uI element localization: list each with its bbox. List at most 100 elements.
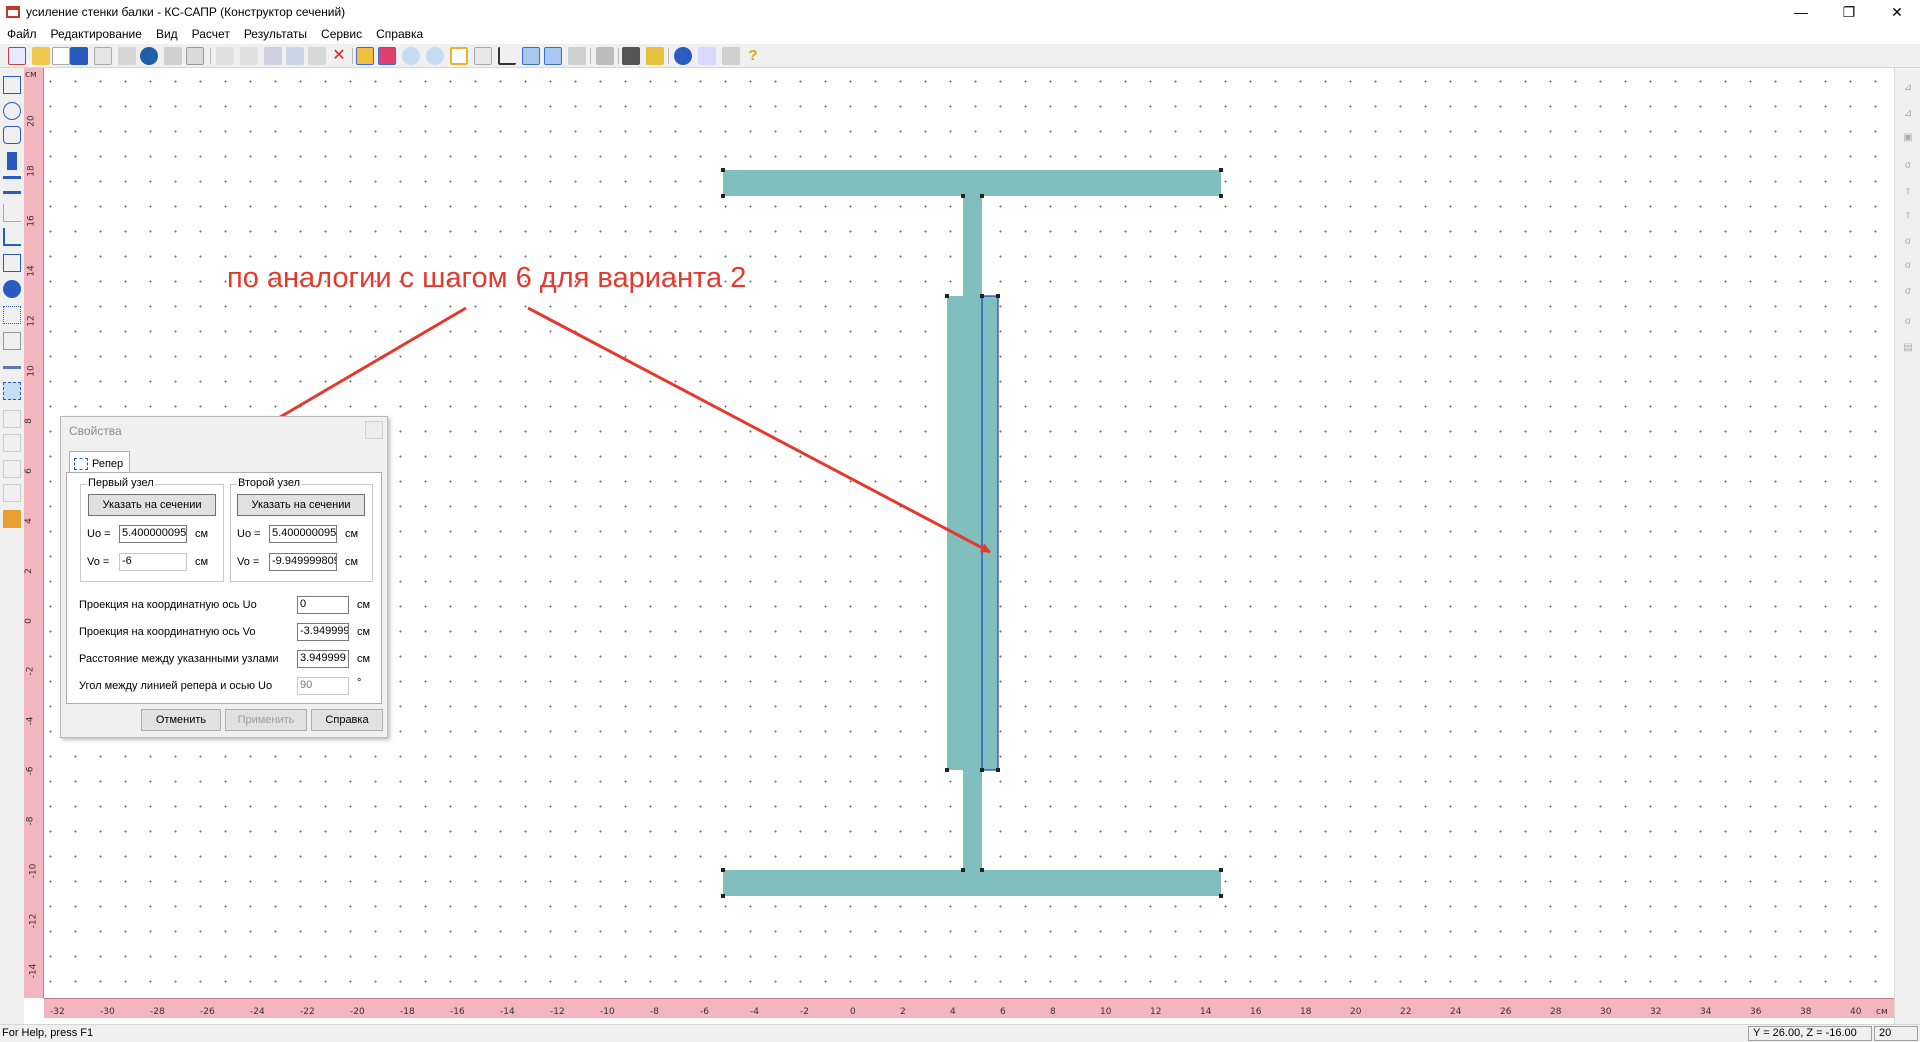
result-tool-1-icon[interactable]: ⊿: [1899, 82, 1917, 100]
horizontal-ruler-tick: -22: [300, 1007, 315, 1017]
result-tool-3-icon[interactable]: ▣: [1899, 132, 1917, 150]
stress-tau-y-icon[interactable]: τ: [1899, 186, 1917, 204]
export-icon[interactable]: [118, 47, 136, 65]
zoom-in-icon[interactable]: [402, 47, 420, 65]
binoculars-icon[interactable]: [622, 47, 640, 65]
reper-tool-icon[interactable]: [3, 382, 21, 400]
menu-results[interactable]: Результаты: [237, 27, 314, 41]
save-icon[interactable]: [70, 47, 88, 65]
info-icon[interactable]: [140, 47, 158, 65]
menu-calc[interactable]: Расчет: [185, 27, 237, 41]
vertical-ruler-tick: -4: [25, 716, 36, 726]
second-node-u-unit: см: [345, 528, 359, 540]
rotate-tool-icon[interactable]: [3, 280, 21, 298]
menu-edit[interactable]: Редактирование: [44, 27, 149, 41]
result-tool-2-icon[interactable]: ⊿: [1899, 108, 1917, 126]
vertical-ruler-tick: 20: [26, 115, 37, 127]
context-help-icon[interactable]: [698, 47, 716, 65]
save-all-icon[interactable]: [94, 47, 112, 65]
menu-service[interactable]: Сервис: [314, 27, 369, 41]
vertical-ruler-tick: -12: [28, 913, 39, 929]
stress-tau-z-icon[interactable]: τ: [1899, 210, 1917, 228]
projection-u-field[interactable]: 0: [297, 596, 349, 614]
vertical-ruler-tick: -10: [28, 863, 39, 879]
distance-field[interactable]: 3.949999: [297, 650, 349, 668]
axes-icon[interactable]: [498, 47, 516, 65]
menu-file[interactable]: Файл: [0, 27, 44, 41]
mirror-tool-icon[interactable]: [3, 254, 21, 272]
tab-reper[interactable]: Репер: [69, 451, 131, 473]
measure-icon[interactable]: [596, 47, 614, 65]
cut-icon[interactable]: [264, 47, 282, 65]
array-tool-icon[interactable]: [3, 332, 21, 350]
zoom-window-icon[interactable]: [474, 47, 492, 65]
tool-disabled-3-icon[interactable]: [3, 460, 21, 478]
paste-icon[interactable]: [308, 47, 326, 65]
ellipse-tool-icon[interactable]: [3, 102, 21, 120]
print-icon[interactable]: [164, 47, 182, 65]
stress-sigma-3-icon[interactable]: σ: [1899, 260, 1917, 278]
first-node-u-field[interactable]: 5.400000095: [119, 525, 187, 543]
polygon-tool-icon[interactable]: [3, 126, 21, 144]
restore-button[interactable]: ❐: [1826, 0, 1872, 24]
section-view-icon[interactable]: [356, 47, 374, 65]
whats-this-icon[interactable]: ?: [744, 47, 762, 65]
render-view-icon[interactable]: [378, 47, 396, 65]
horizontal-ruler-tick: 16: [1250, 1007, 1262, 1017]
tool-disabled-2-icon[interactable]: [3, 434, 21, 452]
zoom-out-icon[interactable]: [426, 47, 444, 65]
open-icon[interactable]: [32, 47, 50, 65]
move-icon[interactable]: [568, 47, 586, 65]
open-dropdown-icon[interactable]: [52, 47, 70, 65]
new-icon[interactable]: [8, 47, 26, 65]
undo-icon[interactable]: [216, 47, 234, 65]
dimension-tool-icon[interactable]: [3, 204, 21, 222]
profile-tool-icon[interactable]: [7, 152, 17, 170]
zoom-extents-icon[interactable]: [450, 47, 468, 65]
minimize-button[interactable]: —: [1778, 0, 1824, 24]
menu-help[interactable]: Справка: [369, 27, 430, 41]
stress-sigma-icon[interactable]: σ: [1899, 160, 1917, 178]
first-node-pick-button[interactable]: Указать на сечении: [88, 494, 216, 516]
first-node-v-field[interactable]: -6: [119, 553, 187, 571]
redo-icon[interactable]: [240, 47, 258, 65]
about-icon[interactable]: [722, 47, 740, 65]
cancel-button[interactable]: Отменить: [141, 709, 221, 731]
angle-field[interactable]: 90: [297, 677, 349, 695]
line-tool-icon[interactable]: [3, 366, 21, 369]
result-table-icon[interactable]: ▤: [1899, 342, 1917, 360]
status-help-text: For Help, press F1: [2, 1027, 94, 1039]
coordinate-tool-icon[interactable]: [3, 228, 21, 246]
second-node-pick-button[interactable]: Указать на сечении: [237, 494, 365, 516]
rectangle-tool-icon[interactable]: [3, 76, 21, 94]
grid-icon[interactable]: [522, 47, 540, 65]
projection-v-field[interactable]: -3.949999: [297, 623, 349, 641]
help-button[interactable]: Справка: [311, 709, 383, 731]
dialog-close-button[interactable]: [365, 421, 383, 439]
print-preview-icon[interactable]: [186, 47, 204, 65]
stress-sigma-e-icon[interactable]: σ: [1899, 286, 1917, 304]
nodes-tool-icon[interactable]: [3, 306, 21, 324]
horizontal-ruler-tick: 36: [1750, 1007, 1762, 1017]
snap-icon[interactable]: [544, 47, 562, 65]
stress-sigma-1-icon[interactable]: σ: [1899, 236, 1917, 254]
material-tool-icon[interactable]: [3, 510, 21, 528]
close-window-button[interactable]: ✕: [1874, 0, 1920, 24]
tool-disabled-1-icon[interactable]: [3, 410, 21, 428]
vertical-ruler-tick: -2: [25, 666, 36, 676]
reper-icon: [74, 458, 88, 470]
vertical-ruler-tick: 0: [24, 618, 34, 624]
tool-disabled-4-icon[interactable]: [3, 484, 21, 502]
vertical-ruler-tick: 12: [26, 315, 37, 327]
horizontal-ruler-tick: 0: [850, 1007, 856, 1017]
second-node-u-field[interactable]: 5.400000095: [269, 525, 337, 543]
ibeam-tool-icon[interactable]: [3, 176, 21, 194]
delete-icon[interactable]: ✕: [330, 47, 348, 65]
stress-sigma-max-icon[interactable]: σ: [1899, 316, 1917, 334]
calculate-icon[interactable]: [646, 47, 664, 65]
copy-icon[interactable]: [286, 47, 304, 65]
apply-button[interactable]: Применить: [225, 709, 307, 731]
second-node-v-field[interactable]: -9.949999809: [269, 553, 337, 571]
help-icon[interactable]: [674, 47, 692, 65]
menu-view[interactable]: Вид: [149, 27, 185, 41]
